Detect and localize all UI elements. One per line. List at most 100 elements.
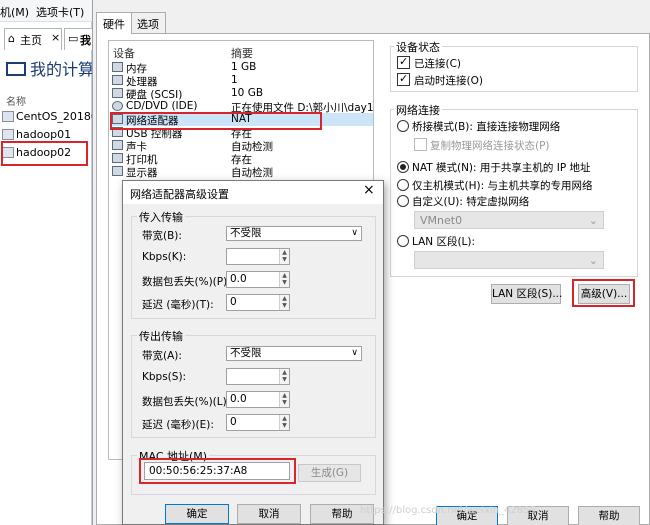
generate-button[interactable]: 生成(G) — [298, 464, 361, 482]
vm-item-label: hadoop02 — [16, 146, 72, 159]
device-row-sound-card[interactable]: 声卡 自动检测 — [111, 139, 373, 153]
chevron-down-icon: ∨ — [351, 348, 358, 358]
close-icon[interactable]: × — [51, 31, 60, 44]
device-row-printer[interactable]: 打印机 存在 — [111, 152, 373, 166]
outgoing-loss-value: 0.0 — [230, 393, 247, 405]
device-name: CD/DVD (IDE) — [126, 100, 198, 112]
home-icon: ⌂ — [8, 32, 15, 45]
chevron-down-icon: ∨ — [351, 228, 358, 238]
outgoing-kbps-label: Kbps(S): — [142, 371, 187, 383]
column-header-name: 名称 — [6, 97, 26, 108]
outgoing-latency-input[interactable]: 0 ▲ ▼ — [226, 414, 290, 431]
spinner-arrows-icon[interactable]: ▲ ▼ — [279, 392, 289, 407]
spinner-arrows-icon[interactable]: ▲ ▼ — [279, 295, 289, 310]
spinner-arrows-icon[interactable]: ▲ ▼ — [279, 369, 289, 384]
incoming-kbps-input[interactable]: ▲ ▼ — [226, 248, 290, 265]
cd-icon — [112, 101, 123, 111]
advanced-cancel-button[interactable]: 取消 — [237, 504, 301, 524]
help-button[interactable]: 帮助 — [578, 506, 640, 525]
summary-column-header: 摘要 — [231, 47, 253, 60]
page-title: 我的计算 — [6, 56, 94, 80]
close-icon[interactable]: × — [363, 182, 375, 198]
incoming-latency-input[interactable]: 0 ▲ ▼ — [226, 294, 290, 311]
spinner-arrows-icon[interactable]: ▲ ▼ — [279, 272, 289, 287]
vm-item[interactable]: CentOS_201808 — [2, 110, 105, 128]
vm-item[interactable]: hadoop01 — [2, 128, 71, 146]
vmnet-select[interactable]: VMnet0 ⌄ — [414, 211, 604, 229]
memory-icon — [112, 62, 123, 72]
tab-my-computer[interactable]: ▭ 我 — [64, 28, 94, 50]
speaker-icon — [112, 140, 123, 150]
usb-icon — [112, 127, 123, 137]
advanced-ok-button[interactable]: 确定 — [165, 504, 229, 524]
mac-address-input[interactable]: 00:50:56:25:37:A8 — [144, 462, 290, 480]
connect-on-start-label: 启动时连接(O) — [414, 75, 483, 87]
vm-icon — [2, 147, 14, 158]
device-column-header: 设备 — [113, 47, 135, 60]
tab-home[interactable]: ⌂ 主页 × — [4, 28, 62, 50]
outgoing-bandwidth-select[interactable]: 不受限 ∨ — [226, 346, 362, 361]
lan-segment-radio[interactable] — [397, 235, 409, 247]
nat-radio[interactable] — [397, 161, 409, 173]
outgoing-loss-input[interactable]: 0.0 ▲ ▼ — [226, 391, 290, 408]
tab-my-computer-label: 我 — [80, 34, 91, 47]
device-summary: 10 GB — [231, 87, 264, 99]
incoming-kbps-label: Kbps(K): — [142, 251, 187, 263]
device-summary: 自动检测 — [231, 167, 273, 179]
processor-icon — [112, 75, 123, 85]
incoming-loss-label: 数据包丢失(%)(P) — [142, 276, 228, 288]
menu-vm[interactable]: 机(M) — [0, 4, 29, 20]
connected-label: 已连接(C) — [414, 58, 462, 70]
incoming-bandwidth-select[interactable]: 不受限 ∨ — [226, 226, 362, 241]
bridged-label: 桥接模式(B): 直接连接物理网络 — [412, 121, 561, 133]
monitor-icon — [112, 166, 123, 176]
vmnet-value: VMnet0 — [420, 214, 463, 227]
lan-segment-select[interactable]: ⌄ — [414, 251, 604, 269]
computer-icon — [6, 62, 26, 76]
custom-radio[interactable] — [397, 195, 409, 207]
bridged-radio[interactable] — [397, 120, 409, 132]
incoming-latency-label: 延迟 (毫秒)(T): — [142, 299, 214, 311]
incoming-loss-input[interactable]: 0.0 ▲ ▼ — [226, 271, 290, 288]
lan-segment-button[interactable]: LAN 区段(S)... — [491, 284, 562, 304]
nat-label: NAT 模式(N): 用于共享主机的 IP 地址 — [412, 162, 591, 174]
incoming-loss-value: 0.0 — [230, 273, 247, 285]
device-status-title: 设备状态 — [394, 39, 442, 55]
network-adapter-icon — [112, 114, 123, 124]
outgoing-transfer-title: 传出传输 — [137, 328, 185, 344]
outgoing-bandwidth-value: 不受限 — [230, 347, 262, 359]
incoming-transfer-title: 传入传输 — [137, 209, 185, 225]
network-connection-title: 网络连接 — [394, 102, 442, 118]
watermark: https://blog.csdn.net/weixin_42855 — [360, 505, 536, 516]
device-row-network-adapter[interactable]: 网络适配器 NAT — [111, 113, 373, 127]
vm-item[interactable]: hadoop02 — [2, 146, 71, 164]
advanced-button[interactable]: 高级(V)... — [578, 284, 630, 304]
connected-checkbox[interactable] — [397, 55, 410, 69]
library-tab-bar: ⌂ 主页 × ▭ 我 — [0, 28, 94, 52]
device-row-processor[interactable]: 处理器 1 — [111, 74, 373, 88]
replicate-checkbox[interactable] — [414, 138, 427, 151]
device-summary: NAT — [231, 113, 252, 125]
lan-segment-label: LAN 区段(L): — [412, 236, 476, 248]
spinner-arrows-icon[interactable]: ▲ ▼ — [279, 249, 289, 264]
menu-bar: 机(M) 选项卡(T) — [0, 0, 92, 22]
device-row-cd-dvd[interactable]: CD/DVD (IDE)正在使用文件 D:\郭小川\day10... — [111, 100, 373, 114]
device-row-usb-controller[interactable]: USB 控制器 存在 — [111, 126, 373, 140]
device-summary: 1 GB — [231, 61, 257, 73]
tab-hardware[interactable]: 硬件 — [96, 12, 132, 34]
dialog-title: 网络适配器高级设置 — [130, 188, 229, 201]
outgoing-kbps-input[interactable]: ▲ ▼ — [226, 368, 290, 385]
incoming-bandwidth-label: 带宽(B): — [142, 230, 182, 242]
outgoing-bandwidth-label: 带宽(A): — [142, 350, 182, 362]
device-row-hard-disk[interactable]: 硬盘 (SCSI) 10 GB — [111, 87, 373, 101]
outgoing-latency-label: 延迟 (毫秒)(E): — [142, 419, 214, 431]
device-row-memory[interactable]: 内存 1 GB — [111, 61, 373, 75]
connect-on-start-checkbox[interactable] — [397, 72, 410, 86]
incoming-latency-value: 0 — [230, 296, 237, 308]
page-title-text: 我的计算 — [30, 60, 95, 79]
device-row-display[interactable]: 显示器 自动检测 — [111, 165, 373, 179]
spinner-arrows-icon[interactable]: ▲ ▼ — [279, 415, 289, 430]
tab-options[interactable]: 选项 — [130, 12, 166, 33]
menu-tabs[interactable]: 选项卡(T) — [36, 4, 84, 20]
host-only-radio[interactable] — [397, 179, 409, 191]
